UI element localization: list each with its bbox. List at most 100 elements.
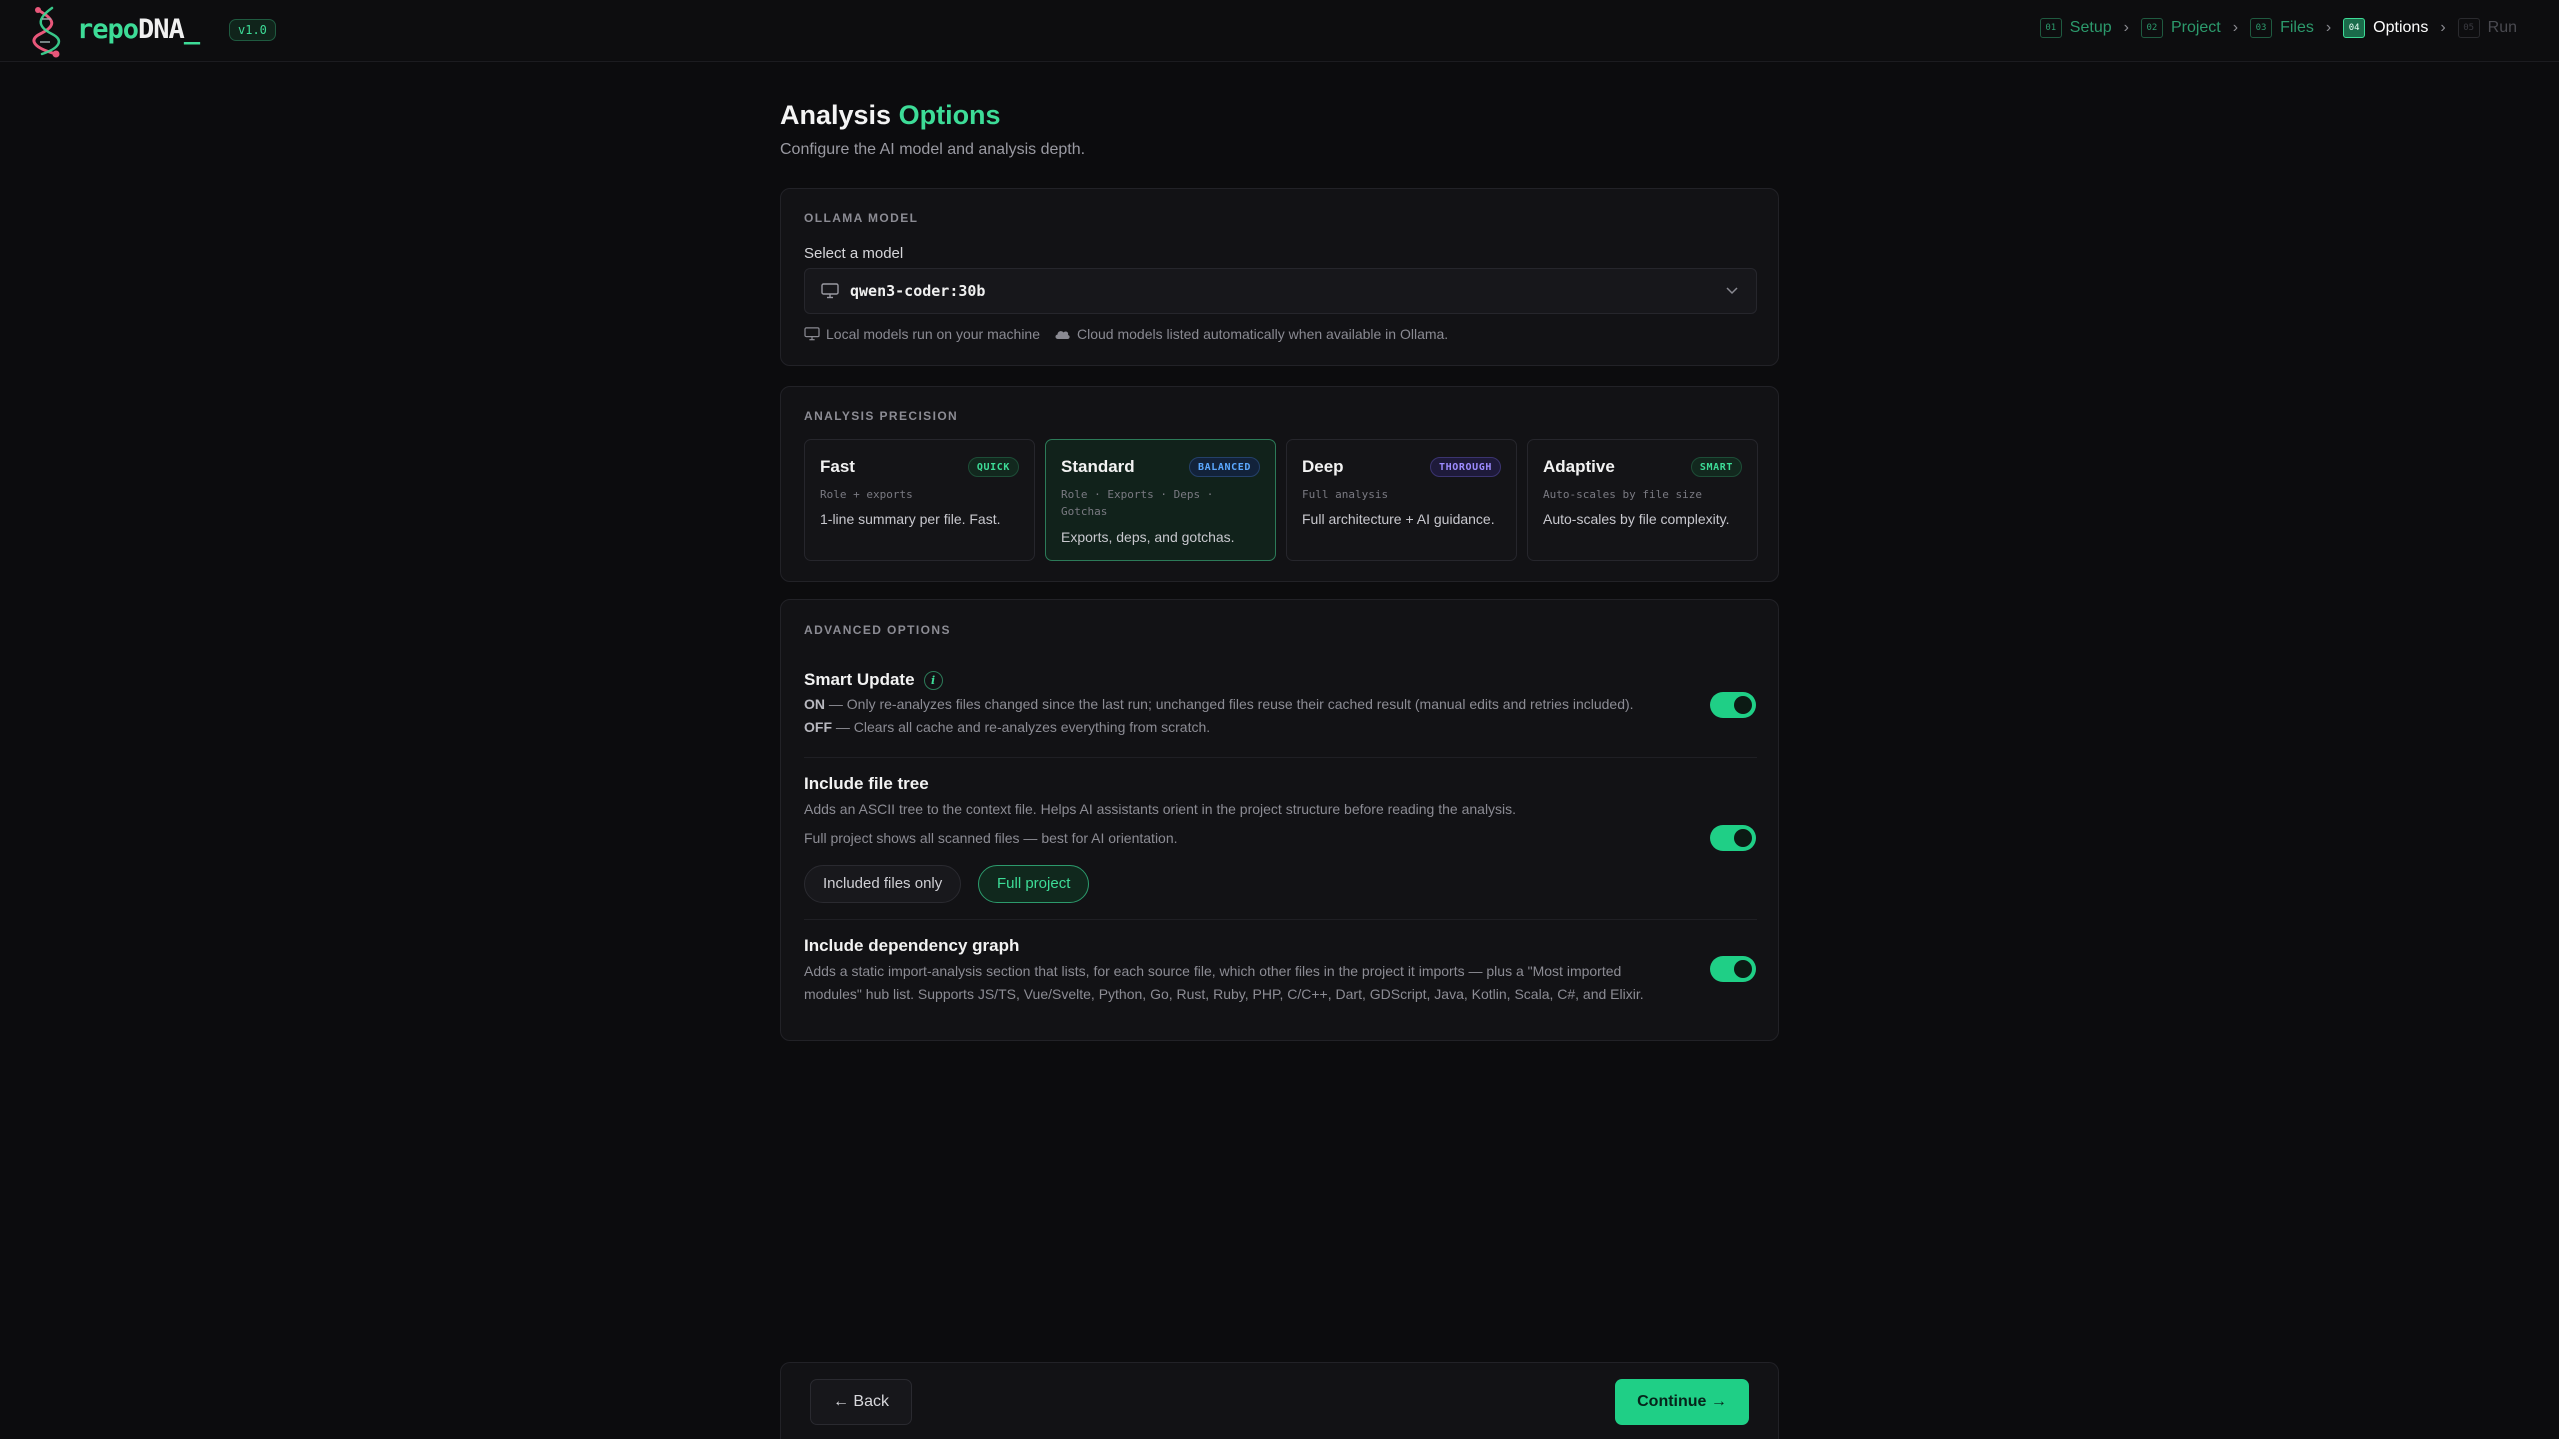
cloud-model-hint-text: Cloud models listed automatically when a… <box>1077 326 1449 342</box>
file-tree-option: Include file tree Adds an ASCII tree to … <box>804 774 1757 850</box>
back-button[interactable]: ← Back <box>810 1379 912 1425</box>
chevron-right-icon: › <box>2232 19 2239 36</box>
tile-meta: Auto-scales by file size <box>1543 488 1702 501</box>
main-content: Analysis Options Configure the AI model … <box>780 100 1779 1041</box>
tile-description: Full architecture + AI guidance. <box>1302 511 1495 527</box>
chevron-down-icon <box>1726 287 1738 295</box>
cloud-model-hint: Cloud models listed automatically when a… <box>1054 326 1448 342</box>
monitor-icon <box>804 327 820 341</box>
tile-name: Standard <box>1061 457 1135 476</box>
smart-update-title-text: Smart Update <box>804 670 915 689</box>
app-logo-text: repoDNA_ <box>77 14 200 45</box>
chevron-right-icon: › <box>2440 19 2446 36</box>
divider <box>804 757 1757 758</box>
step-number: 01 <box>2039 18 2062 38</box>
smart-update-off-desc: OFF — Clears all cache and re-analyzes e… <box>804 716 1757 739</box>
info-icon[interactable]: i <box>923 670 943 690</box>
dep-graph-toggle[interactable] <box>1710 956 1756 982</box>
tile-description: Exports, deps, and gotchas. <box>1061 529 1235 545</box>
dependency-graph-option: Include dependency graph Adds a static i… <box>804 936 1757 1006</box>
model-card: OLLAMA MODEL Select a model qwen3-coder:… <box>780 188 1779 366</box>
precision-tile-deep[interactable]: Deep THOROUGH Full analysis Full archite… <box>1286 439 1517 561</box>
page-title-main: Analysis <box>780 100 892 130</box>
advanced-options-card: ADVANCED OPTIONS Smart Update i ON — Onl… <box>780 599 1779 1041</box>
precision-card: ANALYSIS PRECISION Fast QUICK Role + exp… <box>780 386 1779 582</box>
included-files-only-option[interactable]: Included files only <box>804 865 962 903</box>
on-label: ON <box>804 696 825 712</box>
toggle-knob <box>1734 960 1752 978</box>
precision-section-label: ANALYSIS PRECISION <box>804 409 959 423</box>
tile-badge: BALANCED <box>1189 457 1260 477</box>
file-tree-title: Include file tree <box>804 774 929 793</box>
footer-bar: ← Back Continue → <box>780 1362 1779 1439</box>
top-bar: repoDNA_ v1.0 01 Setup › 02 Project › 03… <box>0 0 2559 62</box>
smart-update-option: Smart Update i ON — Only re-analyzes fil… <box>804 670 1757 739</box>
logo-repo: repo <box>77 14 139 45</box>
tile-meta: Full analysis <box>1302 488 1389 501</box>
tile-description: 1-line summary per file. Fast. <box>820 511 1001 527</box>
model-select-label: Select a model <box>804 245 904 262</box>
page-title-accent: Options <box>898 100 1001 130</box>
step-label: Files <box>2280 19 2314 36</box>
on-text: — Only re-analyzes files changed since t… <box>828 696 1634 712</box>
smart-update-on-desc: ON — Only re-analyzes files changed sinc… <box>804 693 1684 716</box>
full-project-option[interactable]: Full project <box>978 865 1090 903</box>
smart-update-title: Smart Update i <box>804 670 1757 690</box>
logo-cursor: _ <box>183 14 200 45</box>
precision-tiles: Fast QUICK Role + exports 1-line summary… <box>804 439 1758 561</box>
version-badge: v1.0 <box>229 19 276 41</box>
step-number: 03 <box>2250 18 2273 38</box>
step-label: Setup <box>2069 19 2112 36</box>
dna-logo-icon <box>32 6 61 58</box>
page-title: Analysis Options <box>780 100 1779 131</box>
tile-badge: QUICK <box>967 457 1019 477</box>
step-label: Run <box>2487 19 2517 36</box>
tile-badge: THOROUGH <box>1430 457 1501 477</box>
file-tree-mode-desc: Full project shows all scanned files — b… <box>804 830 1178 846</box>
cloud-icon <box>1055 331 1070 339</box>
toggle-knob <box>1734 829 1752 847</box>
precision-tile-adaptive[interactable]: Adaptive SMART Auto-scales by file size … <box>1527 439 1758 561</box>
continue-button[interactable]: Continue → <box>1615 1379 1749 1425</box>
step-run: 05 Run <box>2457 18 2517 38</box>
model-section-label: OLLAMA MODEL <box>804 211 919 225</box>
precision-tile-standard[interactable]: Standard BALANCED Role · Exports · Deps … <box>1045 439 1276 561</box>
off-text: — Clears all cache and re-analyzes every… <box>835 719 1211 735</box>
wizard-steps: 01 Setup › 02 Project › 03 Files › 04 Op… <box>2039 18 2517 38</box>
dep-graph-title: Include dependency graph <box>804 936 1020 955</box>
chevron-right-icon: › <box>2123 19 2129 36</box>
tile-name: Fast <box>820 457 855 476</box>
monitor-icon <box>821 283 839 299</box>
step-project[interactable]: 02 Project <box>2140 18 2221 38</box>
precision-tile-fast[interactable]: Fast QUICK Role + exports 1-line summary… <box>804 439 1035 561</box>
tile-name: Adaptive <box>1543 457 1615 476</box>
tile-name: Deep <box>1302 457 1344 476</box>
smart-update-toggle[interactable] <box>1710 692 1756 718</box>
off-label: OFF <box>804 719 832 735</box>
tile-description: Auto-scales by file complexity. <box>1543 511 1730 527</box>
toggle-knob <box>1734 696 1752 714</box>
model-select-value: qwen3-coder:30b <box>850 282 986 300</box>
logo-dna: DNA <box>138 14 185 45</box>
step-label: Options <box>2373 19 2429 36</box>
model-hints: Local models run on your machine Cloud m… <box>804 326 1448 342</box>
local-model-hint-text: Local models run on your machine <box>826 326 1041 342</box>
divider <box>804 919 1757 920</box>
file-tree-mode-selector: Included files only Full project <box>804 865 1204 905</box>
step-number: 05 <box>2457 18 2480 38</box>
step-options[interactable]: 04 Options <box>2343 18 2428 38</box>
model-select[interactable]: qwen3-coder:30b <box>804 268 1757 314</box>
step-number: 02 <box>2140 18 2163 38</box>
advanced-section-label: ADVANCED OPTIONS <box>804 623 951 637</box>
dep-graph-desc: Adds a static import-analysis section th… <box>804 963 1644 1002</box>
tile-meta: Role · Exports · Deps · Gotchas <box>1061 488 1214 518</box>
file-tree-toggle[interactable] <box>1710 825 1756 851</box>
file-tree-desc: Adds an ASCII tree to the context file. … <box>804 801 1517 817</box>
step-label: Project <box>2170 19 2221 36</box>
step-files[interactable]: 03 Files <box>2250 18 2314 38</box>
local-model-hint: Local models run on your machine <box>804 326 1040 342</box>
step-setup[interactable]: 01 Setup <box>2039 18 2112 38</box>
step-number: 04 <box>2343 18 2366 38</box>
tile-badge: SMART <box>1690 457 1742 477</box>
chevron-right-icon: › <box>2325 19 2332 36</box>
